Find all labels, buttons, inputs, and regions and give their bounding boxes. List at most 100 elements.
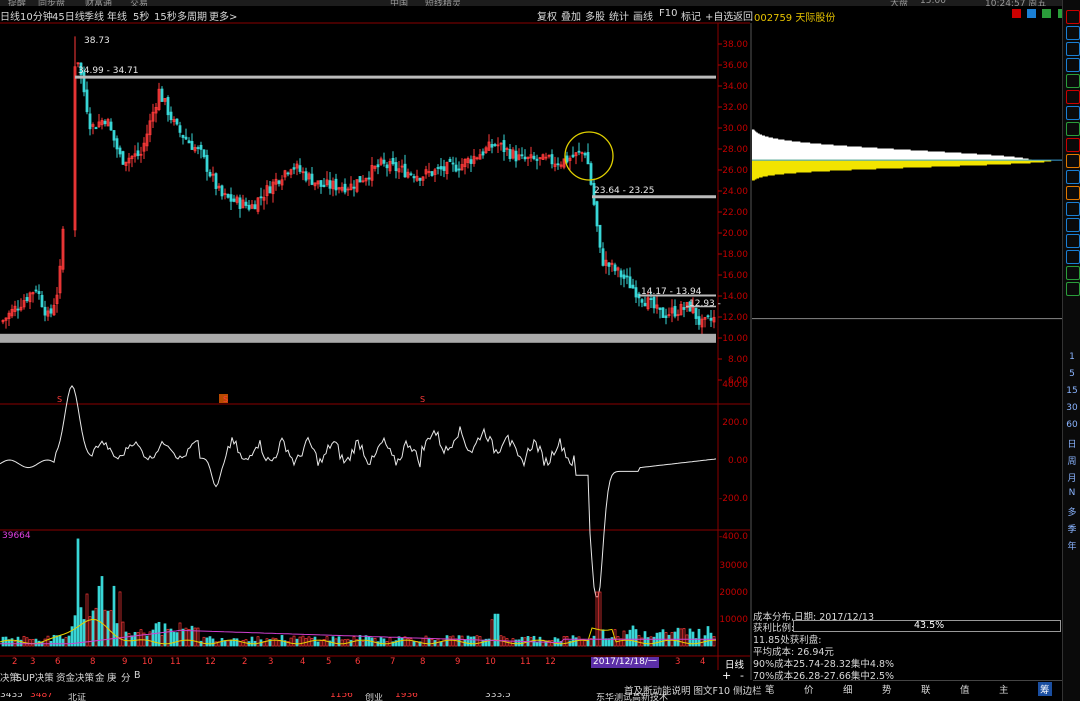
right-tab[interactable]: 主 <box>999 682 1009 696</box>
sidebar-tool-icon[interactable] <box>1066 154 1080 168</box>
zoom-out-button[interactable]: - <box>740 669 744 682</box>
volume-bar <box>511 638 515 647</box>
sidebar-tool-icon[interactable] <box>1066 234 1080 248</box>
sidebar-period[interactable]: 周 <box>1063 454 1080 467</box>
right-tab[interactable]: 联 <box>921 682 931 696</box>
right-tab[interactable]: 笔 <box>765 682 775 696</box>
sidebar-period[interactable]: 60 <box>1063 420 1080 430</box>
sidebar-tool-icon[interactable] <box>1066 58 1080 72</box>
sidebar-period[interactable]: 日 <box>1063 437 1080 450</box>
volume-bar <box>382 638 386 647</box>
sidebar-tool-icon[interactable] <box>1066 202 1080 216</box>
right-tab[interactable]: 势 <box>882 682 892 696</box>
volume-bar <box>403 636 407 647</box>
sidebar-period[interactable]: N <box>1063 488 1080 498</box>
signal-marker: S <box>57 395 62 404</box>
price-tick-label: 38.00 <box>722 40 748 50</box>
candle-body <box>178 125 182 133</box>
sidebar-tool-icon[interactable] <box>1066 170 1080 184</box>
bottom-tab[interactable]: 资金决策 <box>56 670 94 684</box>
sidebar-tool-icon[interactable] <box>1066 74 1080 88</box>
sidebar-period[interactable]: 多 <box>1063 505 1080 518</box>
volume-bar <box>175 632 179 647</box>
sidebar-period[interactable]: 5 <box>1063 369 1080 379</box>
volume-bar <box>571 635 575 647</box>
volume-bar <box>271 637 275 647</box>
candle-body <box>40 294 44 308</box>
bottom-tab[interactable]: 庚 <box>107 670 117 684</box>
sidebar-period[interactable]: 30 <box>1063 403 1080 413</box>
volume-bar <box>229 639 233 647</box>
sidebar-tool-icon[interactable] <box>1066 42 1080 56</box>
bottom-tab[interactable]: 金 <box>95 670 105 684</box>
volume-bar <box>496 613 500 647</box>
right-tab[interactable]: 值 <box>960 682 970 696</box>
candle-body <box>481 151 485 156</box>
candle-body <box>598 224 602 248</box>
volume-bar <box>4 636 8 647</box>
sidebar-period[interactable]: 1 <box>1063 352 1080 362</box>
price-tick-label: 20.00 <box>722 229 748 239</box>
signal-marker: S <box>420 395 425 404</box>
volume-bar <box>682 628 686 647</box>
candle-body <box>454 164 458 172</box>
volume-bar <box>313 636 317 647</box>
candle-body <box>502 140 506 153</box>
sidebar-tool-icon[interactable] <box>1066 122 1080 136</box>
right-tab[interactable]: 价 <box>804 682 814 696</box>
date-tick: 3 <box>268 657 274 667</box>
volume-bar <box>388 637 392 647</box>
candle-body <box>508 149 512 159</box>
indicator-tick-label: 0.00 <box>728 456 748 466</box>
candle-body <box>298 165 302 172</box>
sidebar-tool-icon[interactable] <box>1066 186 1080 200</box>
sidebar-period[interactable]: 季 <box>1063 522 1080 535</box>
bottom-tab[interactable]: B <box>134 670 141 681</box>
sidebar-tool-icon[interactable] <box>1066 90 1080 104</box>
sidebar-tool-icon[interactable] <box>1066 10 1080 24</box>
band-label: 14.17 - 13.94 <box>641 287 702 297</box>
bottom-tab[interactable]: 分 <box>121 670 131 684</box>
volume-bar <box>133 631 137 647</box>
price-tick-label: 12.00 <box>722 313 748 323</box>
volume-bar <box>466 635 470 647</box>
sidebar-tool-icon[interactable] <box>1066 138 1080 152</box>
candle-body <box>328 180 332 189</box>
sidebar-tool-icon[interactable] <box>1066 282 1080 296</box>
sidebar-period[interactable]: 15 <box>1063 386 1080 396</box>
sidebar-tool-icon[interactable] <box>1066 250 1080 264</box>
candle-body <box>577 150 581 153</box>
bottom-tab[interactable]: SUP决策 <box>16 670 54 684</box>
candle-body <box>385 164 389 169</box>
candle-body <box>187 140 191 144</box>
indicator-tick-label: 200.0 <box>722 418 748 428</box>
volume-bar <box>160 635 164 647</box>
volume-bar <box>427 637 431 647</box>
volume-bar <box>649 636 653 647</box>
volume-bar <box>421 638 425 647</box>
candle-body <box>583 153 587 156</box>
sidebar-period[interactable]: 月 <box>1063 471 1080 484</box>
sidebar-tool-icon[interactable] <box>1066 218 1080 232</box>
sidebar-tool-icon[interactable] <box>1066 106 1080 120</box>
right-tab[interactable]: 筹 <box>1038 682 1052 696</box>
price-tick-label: 16.00 <box>722 271 748 281</box>
signal-marker: S <box>223 395 228 404</box>
volume-bar <box>28 639 32 647</box>
volume-bar <box>25 637 29 647</box>
zoom-in-button[interactable]: + <box>722 669 731 682</box>
price-chart[interactable]: 38.0036.0034.0032.0030.0028.0026.0024.00… <box>0 0 1062 701</box>
sidebar-tool-icon[interactable] <box>1066 26 1080 40</box>
volume-bar <box>685 634 689 647</box>
date-tick: 6 <box>355 657 361 667</box>
volume-bar <box>199 640 203 647</box>
candle-body <box>103 120 107 125</box>
price-tick-label: 34.00 <box>722 82 748 92</box>
candle-body <box>16 308 20 311</box>
sidebar-period[interactable]: 年 <box>1063 539 1080 552</box>
volume-bar <box>331 636 335 647</box>
right-tab[interactable]: 细 <box>843 682 853 696</box>
candle-body <box>403 163 407 178</box>
sidebar-tool-icon[interactable] <box>1066 266 1080 280</box>
volume-bar <box>565 636 569 647</box>
